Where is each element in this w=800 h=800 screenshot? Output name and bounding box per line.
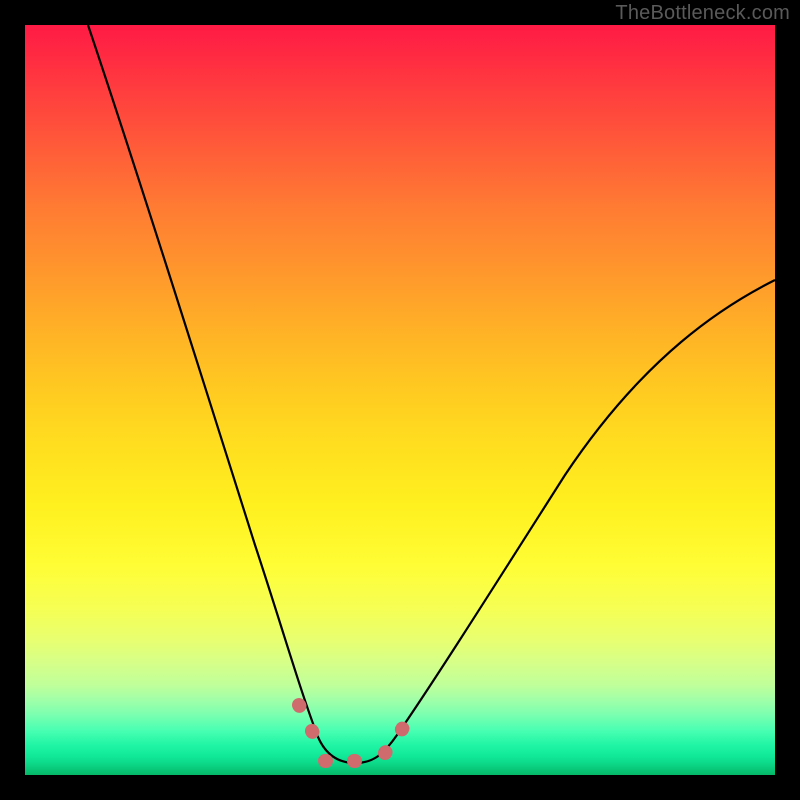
- accent-group: [299, 705, 405, 761]
- plot-area: [25, 25, 775, 775]
- bottleneck-curve: [88, 25, 775, 763]
- chart-frame: TheBottleneck.com: [0, 0, 800, 800]
- curve-layer: [25, 25, 775, 775]
- watermark-text: TheBottleneck.com: [615, 2, 790, 25]
